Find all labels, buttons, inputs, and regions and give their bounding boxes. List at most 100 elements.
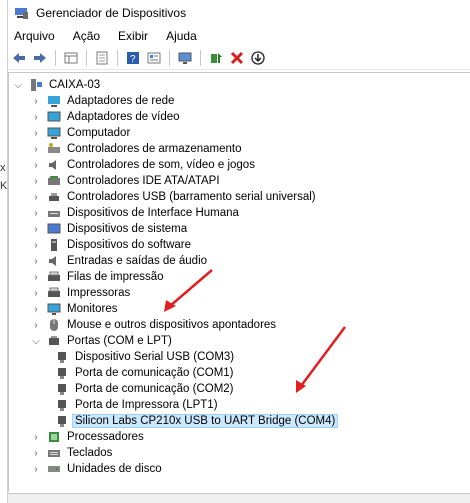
tree-root[interactable]: ⌵ CAIXA-03 [13, 77, 102, 93]
tree-item-portas[interactable]: ⌵ Portas (COM e LPT) [31, 333, 174, 349]
tree-item-label: Controladores de som, vídeo e jogos [67, 159, 255, 171]
tree-item-label: Dispositivos do software [67, 239, 191, 251]
grid-view-icon[interactable] [145, 49, 163, 67]
tree-child-com3[interactable]: Dispositivo Serial USB (COM3) [49, 349, 236, 365]
tree-item-processadores[interactable]: › Processadores [31, 429, 146, 445]
tree-item-ide-ata[interactable]: › Controladores IDE ATA/ATAPI [31, 173, 222, 189]
tree-item-mouse[interactable]: › Mouse e outros dispositivos apontadore… [31, 317, 278, 333]
tree-child-com2[interactable]: Porta de comunicação (COM2) [49, 381, 236, 397]
background-text-fragment: x [0, 162, 6, 174]
chevron-right-icon[interactable]: › [31, 221, 41, 237]
tree-item-armazenamento[interactable]: › Controladores de armazenamento [31, 141, 244, 157]
print-queue-icon [47, 270, 61, 284]
tree-item-filas-impressao[interactable]: › Filas de impressão [31, 269, 166, 285]
usb-icon [47, 190, 61, 204]
chevron-down-icon[interactable]: ⌵ [13, 77, 23, 93]
display-adapter-icon [47, 110, 61, 124]
chevron-right-icon[interactable]: › [31, 237, 41, 253]
tree-item-adaptadores-video[interactable]: › Adaptadores de vídeo [31, 109, 182, 125]
chevron-right-icon[interactable]: › [31, 109, 41, 125]
mouse-icon [47, 318, 61, 332]
tree-child-lpt1[interactable]: Porta de Impressora (LPT1) [49, 397, 220, 413]
tree-item-label: Adaptadores de vídeo [67, 111, 180, 123]
uninstall-x-icon[interactable] [228, 49, 246, 67]
chevron-right-icon[interactable]: › [31, 461, 41, 477]
tree-item-label: Unidades de disco [67, 463, 162, 475]
disk-drive-icon [47, 462, 61, 476]
background-window-edge: x K [0, 0, 8, 503]
tree-child-com4-selected[interactable]: Silicon Labs CP210x USB to UART Bridge (… [49, 413, 339, 429]
background-text-fragment: K [0, 180, 8, 192]
chevron-right-icon[interactable]: › [31, 317, 41, 333]
tree-item-label: Processadores [67, 431, 144, 443]
menu-exibir[interactable]: Exibir [116, 29, 150, 43]
tree-item-usb[interactable]: › Controladores USB (barramento serial u… [31, 189, 318, 205]
tree-item-audio[interactable]: › Entradas e saídas de áudio [31, 253, 209, 269]
back-icon[interactable] [10, 49, 28, 67]
tree-item-label: Mouse e outros dispositivos apontadores [67, 319, 277, 331]
menu-acao[interactable]: Ação [71, 29, 102, 43]
storage-controller-icon [47, 142, 61, 156]
tree-item-teclados[interactable]: › Teclados [31, 445, 114, 461]
chevron-right-icon[interactable]: › [31, 173, 41, 189]
chevron-right-icon[interactable]: › [31, 141, 41, 157]
tree-item-label: Dispositivos de sistema [67, 223, 188, 235]
ide-controller-icon [47, 174, 61, 188]
tree-child-com1[interactable]: Porta de comunicação (COM1) [49, 365, 236, 381]
svg-text:?: ? [130, 54, 136, 65]
menu-bar: Arquivo Ação Exibir Ajuda [8, 26, 470, 46]
chevron-right-icon[interactable]: › [31, 125, 41, 141]
toolbar-separator [169, 49, 170, 66]
tree-item-label: Filas de impressão [67, 271, 164, 283]
menu-ajuda[interactable]: Ajuda [164, 29, 199, 43]
properties-grid-icon[interactable] [62, 49, 80, 67]
printer-icon [47, 286, 61, 300]
chevron-right-icon[interactable]: › [31, 93, 41, 109]
chevron-right-icon[interactable]: › [31, 429, 41, 445]
chevron-right-icon[interactable]: › [31, 269, 41, 285]
chevron-right-icon[interactable]: › [31, 189, 41, 205]
chevron-down-icon[interactable]: ⌵ [31, 333, 41, 349]
tree-item-monitores[interactable]: › Monitores [31, 301, 120, 317]
toolbar-separator [200, 49, 201, 66]
chevron-right-icon[interactable]: › [31, 285, 41, 301]
driver-update-icon[interactable] [207, 49, 225, 67]
tree-item-label: Entradas e saídas de áudio [67, 255, 208, 267]
device-manager-window: Gerenciador de Dispositivos Arquivo Ação… [8, 0, 470, 503]
forward-icon[interactable] [31, 49, 49, 67]
menu-arquivo[interactable]: Arquivo [12, 29, 57, 43]
tree-item-label: Controladores de armazenamento [67, 143, 242, 155]
hid-icon [47, 206, 61, 220]
chevron-right-icon[interactable]: › [31, 157, 41, 173]
tree-item-som-video-jogos[interactable]: › Controladores de som, vídeo e jogos [31, 157, 257, 173]
chevron-right-icon[interactable]: › [31, 253, 41, 269]
tree-item-label: Adaptadores de rede [67, 95, 175, 107]
chevron-right-icon[interactable]: › [31, 301, 41, 317]
download-icon[interactable] [249, 49, 267, 67]
chevron-right-icon[interactable]: › [31, 445, 41, 461]
tree-child-label: Porta de comunicação (COM1) [75, 367, 234, 379]
tree-item-software[interactable]: › Dispositivos do software [31, 237, 193, 253]
help-icon[interactable]: ? [124, 49, 142, 67]
document-icon[interactable] [93, 49, 111, 67]
toolbar-separator [117, 49, 118, 66]
monitor-icon [47, 302, 61, 316]
toolbar-separator [55, 49, 56, 66]
system-device-icon [47, 222, 61, 236]
keyboard-icon [47, 446, 61, 460]
tree-child-label: Porta de comunicação (COM2) [75, 383, 234, 395]
tree-item-label: Monitores [67, 303, 118, 315]
tree-item-unidades-disco[interactable]: › Unidades de disco [31, 461, 164, 477]
chevron-right-icon[interactable]: › [31, 205, 41, 221]
computer-root-icon [29, 78, 43, 92]
port-connector-icon [55, 398, 69, 412]
tree-item-impressoras[interactable]: › Impressoras [31, 285, 132, 301]
tree-item-computador[interactable]: › Computador [31, 125, 132, 141]
tree-item-sistema[interactable]: › Dispositivos de sistema [31, 221, 189, 237]
window-title: Gerenciador de Dispositivos [36, 6, 187, 20]
audio-io-icon [47, 254, 61, 268]
tree-item-label: Teclados [67, 447, 113, 459]
tree-item-adaptadores-rede[interactable]: › Adaptadores de rede [31, 93, 176, 109]
monitor-scan-icon[interactable] [176, 49, 194, 67]
tree-item-interface-humana[interactable]: › Dispositivos de Interface Humana [31, 205, 241, 221]
